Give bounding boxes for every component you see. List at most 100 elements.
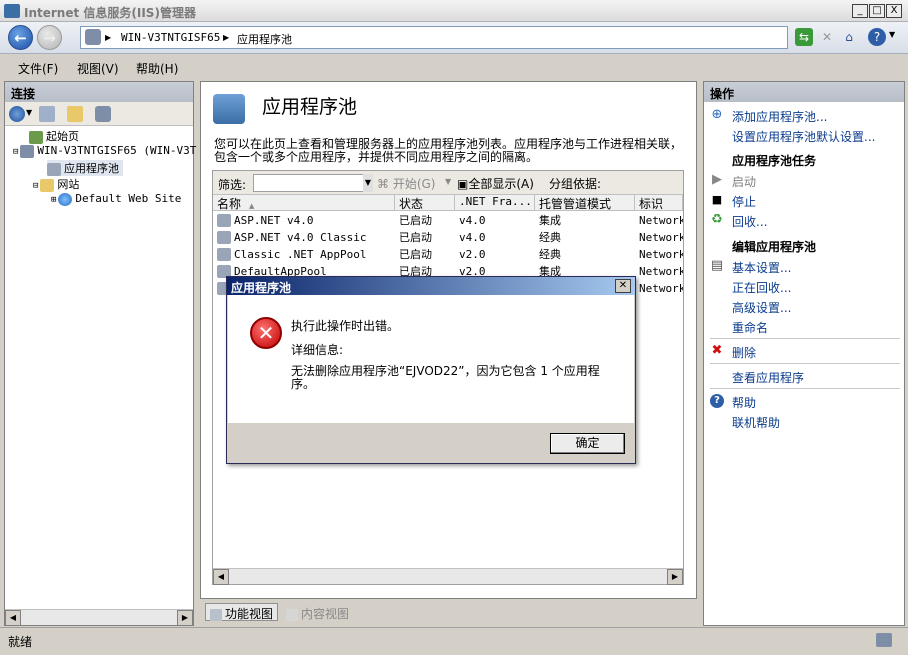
cell-identity: Network <box>639 265 683 278</box>
refresh-icon[interactable]: ⇆ <box>795 28 813 46</box>
tab-features-view[interactable]: 功能视图 <box>205 603 279 621</box>
collapse-icon[interactable]: ⊟ <box>33 181 38 191</box>
action-online-help[interactable]: 联机帮助 <box>732 414 780 431</box>
forward-button[interactable]: → <box>37 25 62 50</box>
filter-dropdown-icon[interactable]: ▼ <box>363 174 373 192</box>
up-level-icon[interactable] <box>67 106 83 122</box>
action-view-apps[interactable]: 查看应用程序 <box>732 369 804 386</box>
cell-framework: v2.0 <box>459 248 486 261</box>
breadcrumb-server[interactable]: WIN-V3TNTGISF65 <box>121 31 220 44</box>
filter-label: 筛选: <box>218 178 247 192</box>
save-icon[interactable] <box>39 106 55 122</box>
action-add-pool[interactable]: 添加应用程序池... <box>732 108 827 125</box>
cell-identity: Network <box>639 231 683 244</box>
menu-file[interactable]: 文件(F) <box>18 60 58 77</box>
column-header-pipeline-mode[interactable]: 托管管道模式 <box>535 195 635 211</box>
maximize-button[interactable]: □ <box>869 4 885 18</box>
help-icon[interactable]: ? <box>868 28 886 46</box>
column-header-identity[interactable]: 标识 <box>635 195 683 211</box>
home-icon[interactable]: ⌂ <box>840 28 858 46</box>
close-button[interactable]: X <box>886 4 902 18</box>
connections-toolbar: ▼ <box>5 102 193 126</box>
horizontal-scrollbar[interactable]: ◀ ▶ <box>5 609 193 626</box>
tree-item-default-web-site[interactable]: ⊞ Default Web Site <box>51 192 181 206</box>
action-start[interactable]: 启动 <box>732 173 756 190</box>
action-help[interactable]: 帮助 <box>732 394 756 411</box>
expand-icon[interactable]: ⊞ <box>51 195 56 205</box>
scroll-left-button[interactable]: ◀ <box>5 610 21 626</box>
action-advanced-settings[interactable]: 高级设置... <box>732 299 791 316</box>
app-pool-icon <box>217 248 231 261</box>
connections-panel: 连接 ▼ 起始页 ⊟ WIN-V3TNTGISF65 (WIN-V3T 应用程序池… <box>4 81 196 626</box>
minimize-button[interactable]: _ <box>852 4 868 18</box>
sort-ascending-icon: ▲ <box>249 202 255 210</box>
menu-view[interactable]: 视图(V) <box>77 60 119 77</box>
title-bar: Internet 信息服务(IIS)管理器 _ □ X <box>0 0 908 22</box>
edit-header: 编辑应用程序池 <box>732 240 817 254</box>
connect-dropdown-icon[interactable]: ▼ <box>26 108 32 117</box>
grid-scroll-left-button[interactable]: ◀ <box>213 569 229 585</box>
ok-button[interactable]: 确定 <box>550 433 625 454</box>
column-header-framework[interactable]: .NET Fra... <box>455 195 535 211</box>
features-view-icon <box>210 608 222 621</box>
collapse-icon[interactable]: ⊟ <box>13 147 18 157</box>
start-icon: ▶ <box>712 172 722 187</box>
show-all-label: 全部显示(A) <box>468 177 534 191</box>
dialog-close-button[interactable]: ✕ <box>615 279 631 293</box>
tree-label: 网站 <box>57 178 80 191</box>
tree-label: WIN-V3TNTGISF65 (WIN-V3T <box>37 144 197 157</box>
back-button[interactable]: ← <box>8 25 33 50</box>
filter-input[interactable] <box>253 174 373 192</box>
cell-identity: Network <box>639 214 683 227</box>
start-filter-button[interactable]: ⌘ 开始(G) <box>377 175 436 192</box>
tree-label: 起始页 <box>46 130 79 143</box>
connect-icon[interactable] <box>9 106 25 122</box>
delete-icon: ✖ <box>711 343 723 358</box>
action-set-defaults[interactable]: 设置应用程序池默认设置... <box>732 128 875 145</box>
action-stop[interactable]: 停止 <box>732 193 756 210</box>
cell-status: 已启动 <box>399 231 432 244</box>
window-title: Internet 信息服务(IIS)管理器 <box>24 6 196 20</box>
column-header-name[interactable]: 名称 ▲ <box>213 195 395 211</box>
cell-name: ASP.NET v4.0 <box>234 214 314 227</box>
stop-icon[interactable]: ✕ <box>818 28 836 46</box>
show-all-button[interactable]: ▣全部显示(A) <box>457 175 534 192</box>
action-rename[interactable]: 重命名 <box>732 319 768 336</box>
action-recycling[interactable]: 正在回收... <box>732 279 791 296</box>
start-page-icon <box>29 130 43 144</box>
cell-mode: 经典 <box>539 248 561 261</box>
grid-scroll-right-button[interactable]: ▶ <box>667 569 683 585</box>
disconnect-icon[interactable] <box>95 106 111 122</box>
recycle-icon: ♻ <box>711 212 723 227</box>
content-view-icon <box>286 608 298 621</box>
actions-panel: 操作 ⊕ 添加应用程序池... 设置应用程序池默认设置... 应用程序池任务 ▶… <box>703 81 905 626</box>
breadcrumb-app-pools[interactable]: 应用程序池 <box>237 31 292 47</box>
action-delete[interactable]: 删除 <box>732 344 756 361</box>
tasks-header: 应用程序池任务 <box>732 154 817 168</box>
menu-help[interactable]: 帮助(H) <box>136 60 178 77</box>
tree-item-sites[interactable]: ⊟ 网站 <box>33 176 79 192</box>
error-icon: ✕ <box>250 317 282 349</box>
help-dropdown-icon[interactable]: ▼ <box>889 30 895 39</box>
content-view-label: 内容视图 <box>301 607 350 621</box>
address-bar[interactable]: ▶ WIN-V3TNTGISF65 ▶ 应用程序池 <box>80 26 788 49</box>
cell-framework: v4.0 <box>459 214 486 227</box>
app-pool-icon <box>217 231 231 244</box>
column-header-status[interactable]: 状态 <box>395 195 455 211</box>
action-recycle[interactable]: 回收... <box>732 213 767 230</box>
group-by-label[interactable]: 分组依据: <box>549 175 601 192</box>
server-icon <box>85 29 101 45</box>
scroll-right-button[interactable]: ▶ <box>177 610 193 626</box>
tree-item-start-page[interactable]: 起始页 <box>29 128 79 144</box>
filter-toolbar: 筛选: ▼ ⌘ 开始(G) ▼ ▣全部显示(A) 分组依据: <box>213 171 683 195</box>
separator <box>710 338 900 339</box>
grid-horizontal-scrollbar[interactable]: ◀ ▶ <box>213 568 683 585</box>
tree-item-app-pools[interactable]: 应用程序池 <box>47 160 123 176</box>
tree-item-server[interactable]: ⊟ WIN-V3TNTGISF65 (WIN-V3T <box>13 144 196 158</box>
action-basic-settings[interactable]: 基本设置... <box>732 259 791 276</box>
app-pool-icon <box>47 162 61 176</box>
start-dropdown-icon[interactable]: ▼ <box>445 177 451 186</box>
stop-icon: ■ <box>711 193 723 206</box>
tab-content-view[interactable]: 内容视图 <box>282 604 353 622</box>
show-all-icon: ▣ <box>457 177 469 191</box>
